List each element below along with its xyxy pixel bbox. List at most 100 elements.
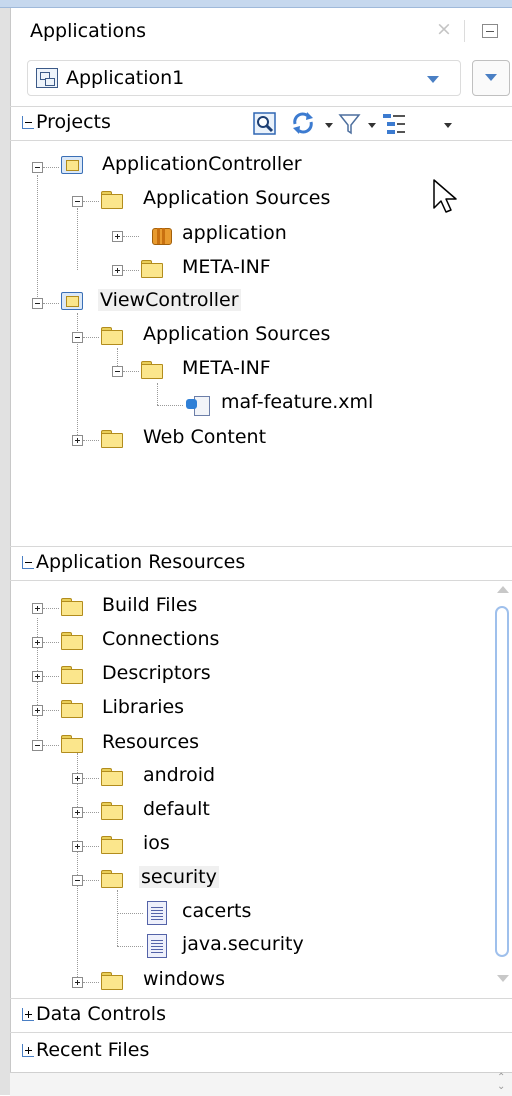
filter-icon[interactable] — [338, 112, 362, 136]
tree-node-label: Application Sources — [143, 323, 331, 345]
data-controls-header-label: Data Controls — [36, 1003, 166, 1025]
collapse-toggle-icon[interactable] — [72, 196, 83, 207]
tree-node-label: Connections — [102, 628, 220, 650]
recent-files-header-label: Recent Files — [36, 1039, 150, 1061]
tree-node-build-files[interactable]: Build Files — [0, 594, 480, 624]
navigate-icon[interactable] — [253, 112, 277, 136]
expand-toggle-icon[interactable] — [72, 435, 83, 446]
folder-icon — [61, 632, 83, 650]
expand-toggle-icon[interactable] — [72, 977, 83, 988]
collapse-toggle-icon[interactable] — [32, 740, 43, 751]
panel-title: Applications — [30, 20, 147, 42]
tree-node-label: Resources — [102, 731, 200, 753]
folder-icon — [101, 836, 123, 854]
tree-node-label: Libraries — [102, 696, 185, 718]
expand-icon[interactable] — [22, 1008, 34, 1021]
divider — [10, 106, 512, 107]
filter-dropdown-icon[interactable] — [368, 123, 376, 128]
folder-icon — [101, 768, 123, 786]
tree-node-label: ApplicationController — [102, 153, 302, 175]
tree-node-viewcontroller[interactable]: ViewController — [0, 289, 480, 319]
working-sets-dropdown-icon[interactable] — [444, 123, 452, 128]
application-resources-header-label: Application Resources — [36, 551, 246, 573]
folder-icon — [101, 972, 123, 990]
collapse-toggle-icon[interactable] — [32, 298, 43, 309]
expand-toggle-icon[interactable] — [112, 265, 123, 276]
folder-icon — [101, 327, 123, 345]
tree-node-windows[interactable]: windows — [0, 968, 480, 998]
tree-node-label: application — [182, 222, 287, 244]
data-controls-header[interactable]: Data Controls — [22, 1003, 166, 1025]
scroll-down-icon[interactable] — [497, 975, 509, 982]
expand-toggle-icon[interactable] — [112, 231, 123, 242]
expand-toggle-icon[interactable] — [32, 637, 43, 648]
refresh-icon[interactable] — [290, 110, 318, 136]
title-separator — [464, 20, 465, 42]
tree-node-meta-inf[interactable]: META-INF — [0, 256, 480, 286]
folder-icon — [141, 361, 163, 379]
tree-node-descriptors[interactable]: Descriptors — [0, 662, 480, 692]
expand-icon[interactable] — [22, 1044, 34, 1057]
expand-toggle-icon[interactable] — [32, 705, 43, 716]
tree-node-libraries[interactable]: Libraries — [0, 696, 480, 726]
tree-node-android[interactable]: android — [0, 764, 480, 794]
tree-node-meta-inf[interactable]: META-INF — [0, 357, 480, 387]
recent-files-header[interactable]: Recent Files — [22, 1039, 149, 1061]
tree-node-label: java.security — [182, 933, 304, 955]
tree-node-maf-feature-xml[interactable]: maf-feature.xml — [0, 391, 480, 421]
tree-node-application-sources[interactable]: Application Sources — [0, 323, 480, 353]
expand-toggle-icon[interactable] — [72, 807, 83, 818]
scroll-up-icon[interactable] — [497, 586, 509, 593]
project-icon — [61, 156, 83, 174]
file-icon — [147, 934, 167, 958]
application-selector-value: Application1 — [66, 67, 185, 89]
minimize-icon[interactable] — [482, 24, 498, 38]
collapse-toggle-icon[interactable] — [72, 875, 83, 886]
tree-node-resources[interactable]: Resources — [0, 731, 480, 761]
working-sets-icon[interactable] — [381, 112, 407, 136]
collapse-icon[interactable] — [22, 556, 34, 569]
expand-toggle-icon[interactable] — [72, 841, 83, 852]
tree-node-default[interactable]: default — [0, 798, 480, 828]
expand-toggle-icon[interactable] — [32, 603, 43, 614]
tree-node-label: android — [143, 764, 216, 786]
tree-node-cacerts[interactable]: cacerts — [0, 900, 480, 930]
application-resources-header[interactable]: Application Resources — [22, 551, 245, 573]
tree-node-label: maf-feature.xml — [221, 391, 374, 413]
folder-icon — [61, 598, 83, 616]
refresh-dropdown-icon[interactable] — [325, 123, 333, 128]
panel-footer — [10, 1072, 512, 1096]
application-menu-button[interactable] — [472, 60, 510, 96]
tree-node-security[interactable]: security — [0, 866, 480, 896]
tree-node-connections[interactable]: Connections — [0, 628, 480, 658]
expand-toggle-icon[interactable] — [32, 671, 43, 682]
divider — [10, 998, 512, 999]
mouse-cursor-icon — [433, 179, 457, 213]
xml-file-icon — [186, 394, 210, 416]
resize-handle-icon[interactable]: ⌃ ⌄ — [497, 1073, 505, 1092]
projects-header[interactable]: Projects — [22, 111, 111, 133]
scrollbar-thumb[interactable] — [495, 606, 509, 957]
close-icon[interactable]: × — [436, 18, 452, 40]
tree-node-applicationcontroller[interactable]: ApplicationController — [0, 153, 480, 183]
window-top-border — [0, 0, 512, 8]
divider — [10, 140, 512, 141]
folder-icon — [141, 260, 163, 278]
chevron-down-icon[interactable] — [427, 76, 439, 83]
file-icon — [147, 901, 167, 925]
tree-node-label: Build Files — [102, 594, 198, 616]
tree-node-label: META-INF — [182, 357, 271, 379]
folder-icon — [101, 802, 123, 820]
tree-node-label: ViewController — [98, 289, 241, 311]
collapse-toggle-icon[interactable] — [32, 162, 43, 173]
collapse-icon[interactable] — [22, 116, 34, 129]
tree-node-application[interactable]: application — [0, 222, 480, 252]
collapse-toggle-icon[interactable] — [112, 366, 123, 377]
folder-icon — [101, 870, 123, 888]
tree-node-web-content[interactable]: Web Content — [0, 426, 480, 456]
collapse-toggle-icon[interactable] — [72, 332, 83, 343]
tree-node-application-sources[interactable]: Application Sources — [0, 187, 480, 217]
tree-node-ios[interactable]: ios — [0, 832, 480, 862]
expand-toggle-icon[interactable] — [72, 773, 83, 784]
tree-node-java-security[interactable]: java.security — [0, 933, 480, 963]
